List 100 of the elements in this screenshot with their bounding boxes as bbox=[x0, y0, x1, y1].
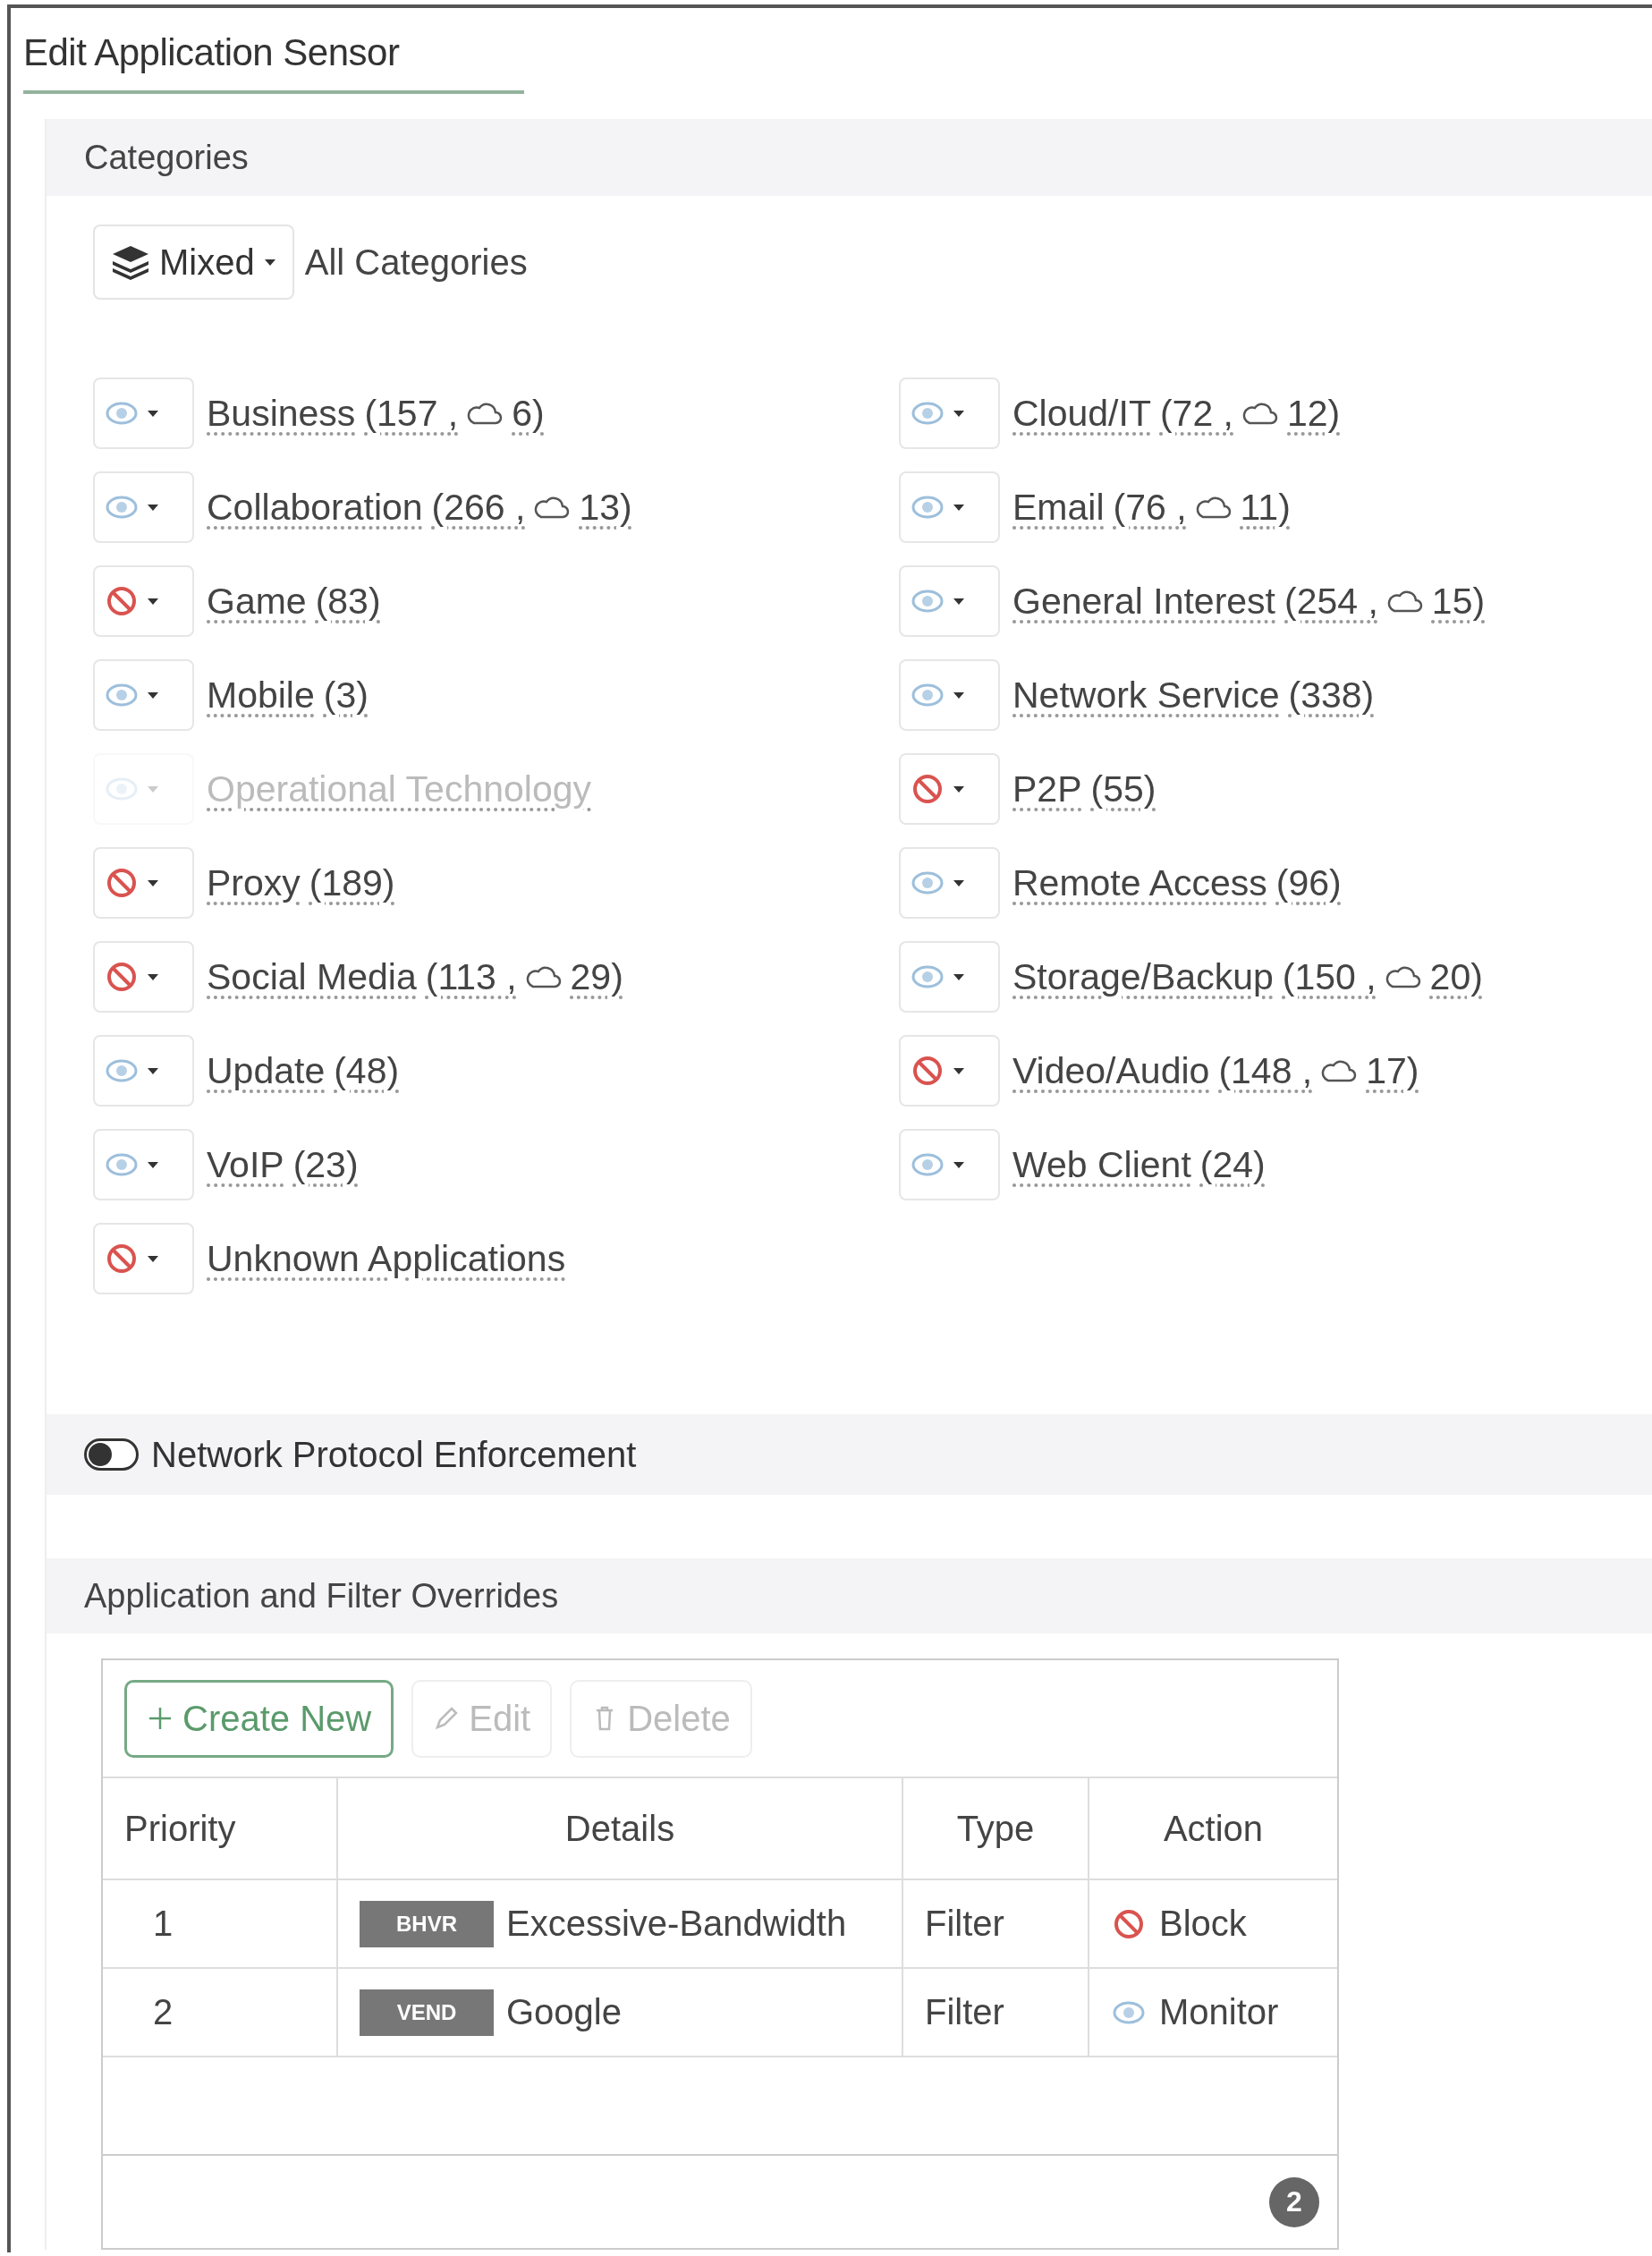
action-dropdown[interactable] bbox=[93, 1035, 194, 1107]
action-dropdown[interactable] bbox=[899, 565, 1000, 637]
table-cell: 1 bbox=[103, 1880, 338, 1967]
action-text: Block bbox=[1159, 1904, 1247, 1944]
category-name[interactable]: Storage/Backup bbox=[1012, 955, 1274, 998]
caret-icon bbox=[147, 597, 159, 606]
detail-tag: VEND bbox=[360, 1989, 494, 2036]
column-header[interactable]: Action bbox=[1089, 1778, 1337, 1879]
section-title: Categories bbox=[84, 138, 249, 177]
category-name[interactable]: VoIP bbox=[207, 1143, 284, 1186]
category-count: (338) bbox=[1288, 674, 1375, 717]
category-name[interactable]: Social Media bbox=[207, 955, 417, 998]
layers-icon bbox=[111, 244, 150, 280]
caret-icon bbox=[953, 1160, 965, 1169]
detail-text: Excessive-Bandwidth bbox=[506, 1904, 847, 1944]
category-name[interactable]: Email bbox=[1012, 486, 1105, 529]
dialog-title: Edit Application Sensor bbox=[23, 31, 525, 94]
action-dropdown[interactable] bbox=[93, 377, 194, 449]
column-header[interactable]: Details bbox=[338, 1778, 903, 1879]
table-cell: 2 bbox=[103, 1969, 338, 2056]
cloud-count: 13) bbox=[579, 486, 632, 529]
category-count: (157 , bbox=[364, 392, 459, 435]
toggle-label: Network Protocol Enforcement bbox=[151, 1434, 637, 1475]
caret-icon bbox=[953, 1066, 965, 1075]
category-name[interactable]: Unknown Applications bbox=[207, 1237, 566, 1280]
category-name[interactable]: Business bbox=[207, 392, 356, 435]
caret-icon bbox=[147, 972, 159, 981]
caret-icon bbox=[953, 503, 965, 512]
category-count: (148 , bbox=[1218, 1049, 1313, 1092]
category-count: (3) bbox=[323, 674, 369, 717]
category-name[interactable]: Game bbox=[207, 580, 307, 623]
action-dropdown[interactable] bbox=[93, 471, 194, 543]
caret-icon bbox=[953, 691, 965, 700]
mixed-dropdown[interactable]: Mixed bbox=[93, 225, 294, 300]
category-name[interactable]: Web Client bbox=[1012, 1143, 1191, 1186]
cloud-count: 12) bbox=[1287, 392, 1341, 435]
category-name[interactable]: Collaboration bbox=[207, 486, 423, 529]
category-count: (189) bbox=[309, 861, 395, 904]
cloud-count: 17) bbox=[1366, 1049, 1419, 1092]
caret-icon bbox=[953, 785, 965, 793]
category-name[interactable]: Video/Audio bbox=[1012, 1049, 1210, 1092]
category-name[interactable]: Network Service bbox=[1012, 674, 1280, 717]
caret-icon bbox=[953, 597, 965, 606]
category-name[interactable]: General Interest bbox=[1012, 580, 1275, 623]
category-count: (48) bbox=[334, 1049, 400, 1092]
action-dropdown[interactable] bbox=[899, 471, 1000, 543]
category-name[interactable]: Proxy bbox=[207, 861, 301, 904]
caret-icon bbox=[263, 258, 276, 267]
action-dropdown[interactable] bbox=[899, 847, 1000, 919]
caret-icon bbox=[147, 785, 159, 793]
action-dropdown[interactable] bbox=[93, 1129, 194, 1200]
action-dropdown[interactable] bbox=[899, 1129, 1000, 1200]
plus-icon bbox=[147, 1705, 174, 1732]
action-text: Monitor bbox=[1159, 1992, 1279, 2032]
caret-icon bbox=[953, 972, 965, 981]
category-count: (55) bbox=[1090, 768, 1156, 810]
caret-icon bbox=[147, 691, 159, 700]
category-count: (266 , bbox=[431, 486, 526, 529]
detail-tag: BHVR bbox=[360, 1900, 494, 1947]
category-count: (113 , bbox=[425, 955, 517, 998]
category-count: (254 , bbox=[1284, 580, 1378, 623]
cloud-count: 6) bbox=[512, 392, 545, 435]
action-dropdown[interactable] bbox=[899, 753, 1000, 825]
caret-icon bbox=[953, 878, 965, 887]
action-dropdown[interactable] bbox=[899, 941, 1000, 1013]
action-dropdown[interactable] bbox=[93, 1223, 194, 1294]
column-header[interactable]: Type bbox=[903, 1778, 1089, 1879]
action-dropdown[interactable] bbox=[93, 659, 194, 731]
action-dropdown[interactable] bbox=[93, 941, 194, 1013]
category-count: (72 , bbox=[1159, 392, 1233, 435]
count-badge: 2 bbox=[1269, 2176, 1319, 2227]
caret-icon bbox=[147, 1160, 159, 1169]
column-header[interactable]: Priority bbox=[103, 1778, 338, 1879]
action-dropdown[interactable] bbox=[93, 847, 194, 919]
category-name[interactable]: P2P bbox=[1012, 768, 1082, 810]
action-dropdown[interactable] bbox=[899, 377, 1000, 449]
action-dropdown[interactable] bbox=[899, 659, 1000, 731]
action-dropdown[interactable] bbox=[93, 565, 194, 637]
category-count: (96) bbox=[1275, 861, 1342, 904]
caret-icon bbox=[147, 1066, 159, 1075]
category-count: (23) bbox=[292, 1143, 359, 1186]
category-name[interactable]: Cloud/IT bbox=[1012, 392, 1151, 435]
section-title: Application and Filter Overrides bbox=[84, 1576, 559, 1616]
cloud-count: 15) bbox=[1431, 580, 1486, 623]
category-count: (76 , bbox=[1113, 486, 1187, 529]
table-cell: Filter bbox=[903, 1880, 1089, 1967]
cloud-count: 20) bbox=[1429, 955, 1483, 998]
cloud-count: 29) bbox=[570, 955, 623, 998]
category-name[interactable]: Mobile bbox=[207, 674, 315, 717]
category-name[interactable]: Update bbox=[207, 1049, 326, 1092]
toggle-switch[interactable] bbox=[84, 1438, 139, 1471]
table-cell: Filter bbox=[903, 1969, 1089, 2056]
category-count: (83) bbox=[315, 580, 381, 623]
category-count: (150 , bbox=[1282, 955, 1377, 998]
action-dropdown[interactable] bbox=[899, 1035, 1000, 1107]
detail-text: Google bbox=[506, 1992, 622, 2032]
caret-icon bbox=[147, 878, 159, 887]
category-name[interactable]: Remote Access bbox=[1012, 861, 1267, 904]
caret-icon bbox=[147, 503, 159, 512]
category-count: (24) bbox=[1199, 1143, 1266, 1186]
